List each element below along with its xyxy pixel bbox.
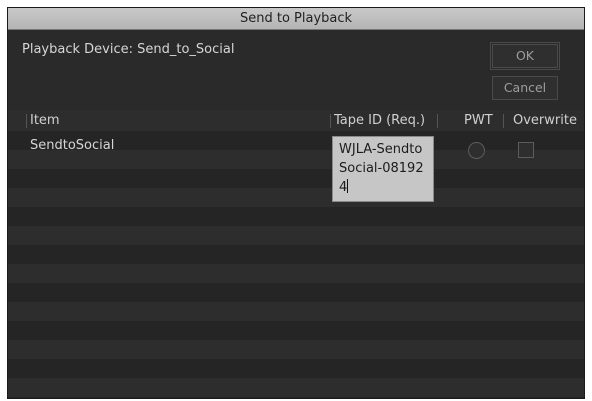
table-header: Item Tape ID (Req.) PWT Overwrite — [8, 110, 584, 131]
column-header-tape-id[interactable]: Tape ID (Req.) — [334, 110, 425, 131]
table-rows: SendtoSocial WJLA-SendtoSocial-081924 — [8, 131, 584, 398]
items-table: Item Tape ID (Req.) PWT Overwrite Sendto… — [8, 110, 584, 398]
tape-id-input[interactable]: WJLA-SendtoSocial-081924 — [332, 136, 434, 202]
ok-button[interactable]: OK — [490, 42, 560, 70]
text-caret — [347, 179, 349, 193]
column-separator[interactable] — [437, 114, 438, 128]
dialog-title: Send to Playback — [8, 8, 584, 30]
column-separator[interactable] — [503, 114, 504, 128]
item-name: SendtoSocial — [30, 138, 115, 153]
column-separator[interactable] — [26, 114, 27, 128]
playback-device-label: Playback Device: Send_to_Social — [22, 42, 235, 57]
column-header-pwt[interactable]: PWT — [464, 110, 493, 131]
tape-id-value: WJLA-SendtoSocial-081924 — [339, 142, 424, 195]
column-separator[interactable] — [330, 114, 331, 128]
cancel-button[interactable]: Cancel — [492, 76, 558, 100]
column-header-overwrite[interactable]: Overwrite — [513, 110, 577, 131]
column-header-item[interactable]: Item — [30, 110, 60, 131]
pwt-radio[interactable] — [468, 142, 485, 159]
send-to-playback-dialog: Send to Playback Playback Device: Send_t… — [7, 7, 585, 399]
overwrite-checkbox[interactable] — [518, 142, 534, 158]
